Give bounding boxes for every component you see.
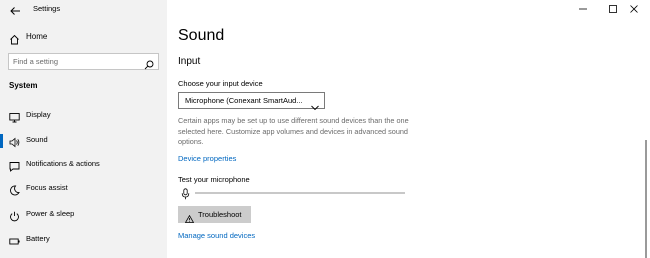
- battery-icon: [9, 234, 20, 245]
- sidebar-item-label: Sound: [26, 135, 48, 144]
- home-label: Home: [26, 32, 48, 41]
- microphone-level-meter: [195, 192, 405, 194]
- scrollbar[interactable]: [645, 140, 647, 258]
- power-icon: [9, 209, 20, 222]
- app-title: Settings: [33, 4, 61, 13]
- close-icon: [630, 5, 638, 13]
- search-box[interactable]: [8, 53, 159, 70]
- search-icon[interactable]: [144, 57, 154, 70]
- minimize-button[interactable]: [568, 0, 598, 18]
- sidebar-item-label: Display: [26, 110, 51, 119]
- sidebar-item-focus-assist[interactable]: Focus assist: [0, 178, 167, 200]
- selection-indicator: [0, 134, 3, 148]
- sidebar-item-notifications[interactable]: Notifications & actions: [0, 154, 167, 176]
- chevron-down-icon: [311, 98, 319, 111]
- sidebar-item-display[interactable]: Display: [0, 105, 167, 127]
- sidebar-item-label: Notifications & actions: [26, 159, 100, 168]
- speaker-icon: [9, 135, 20, 148]
- monitor-icon: [9, 110, 20, 123]
- manage-sound-devices-link[interactable]: Manage sound devices: [178, 231, 255, 240]
- main-content: Sound Input Choose your input device Mic…: [167, 0, 650, 258]
- troubleshoot-label: Troubleshoot: [198, 210, 242, 219]
- search-input[interactable]: [13, 55, 141, 68]
- warning-icon: [184, 210, 195, 223]
- maximize-icon: [609, 5, 617, 13]
- sidebar-item-label: Focus assist: [26, 183, 68, 192]
- home-icon: [9, 32, 20, 45]
- input-device-value: Microphone (Conexant SmartAud...: [185, 96, 303, 105]
- sidebar: Settings Home System Display Sound Notif…: [0, 0, 167, 258]
- microphone-icon: [181, 187, 190, 200]
- titlebar-left: Settings: [0, 0, 167, 22]
- nav-home[interactable]: Home: [0, 28, 167, 48]
- test-microphone-label: Test your microphone: [178, 175, 250, 184]
- sidebar-item-sound[interactable]: Sound: [0, 130, 167, 152]
- sidebar-item-label: Power & sleep: [26, 209, 75, 218]
- sidebar-item-label: Battery: [26, 234, 50, 243]
- section-label-system: System: [9, 81, 38, 90]
- back-arrow-icon[interactable]: [9, 4, 21, 16]
- minimize-icon: [579, 8, 587, 10]
- troubleshoot-button[interactable]: Troubleshoot: [178, 206, 251, 223]
- input-device-dropdown[interactable]: Microphone (Conexant SmartAud...: [178, 92, 325, 111]
- section-title-input: Input: [178, 56, 201, 67]
- sidebar-item-battery[interactable]: Battery: [0, 229, 167, 251]
- help-text: Certain apps may be set up to use differ…: [178, 116, 409, 146]
- page-title: Sound: [178, 27, 225, 44]
- close-button[interactable]: [619, 0, 649, 18]
- notifications-icon: [9, 159, 20, 172]
- device-properties-link[interactable]: Device properties: [178, 154, 236, 163]
- sidebar-item-power-sleep[interactable]: Power & sleep: [0, 204, 167, 226]
- moon-icon: [9, 183, 20, 196]
- input-device-label: Choose your input device: [178, 79, 263, 88]
